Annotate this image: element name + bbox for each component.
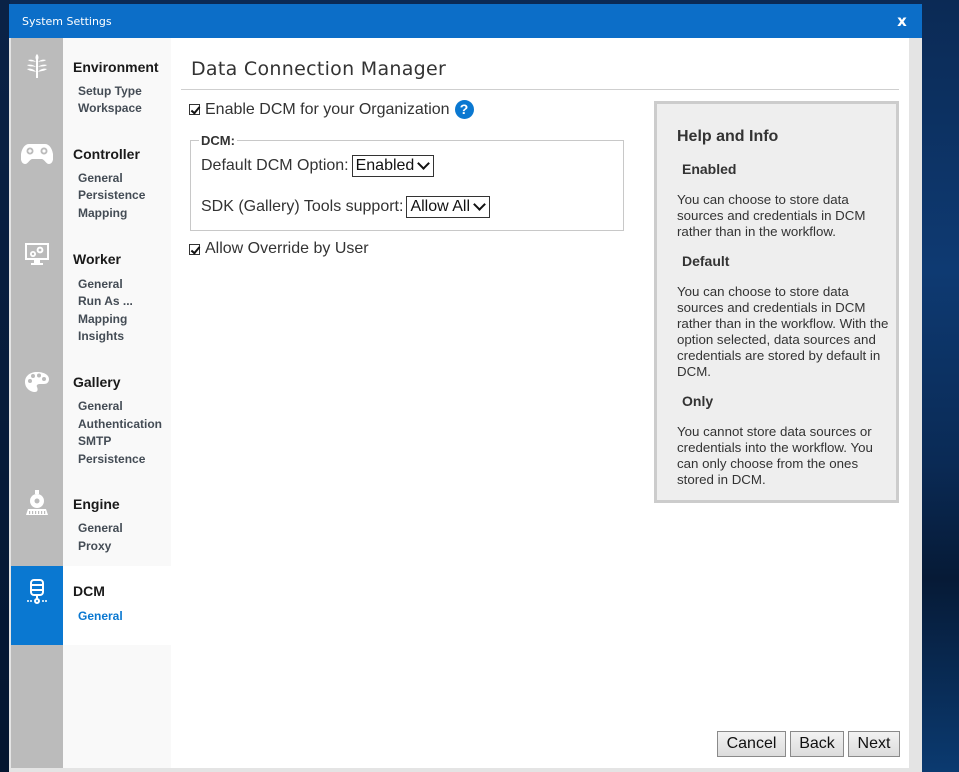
nav-item-worker-mapping[interactable]: Mapping (78, 312, 127, 326)
nav-item-worker-run-as[interactable]: Run As ... (78, 294, 133, 308)
next-button[interactable]: Next (848, 731, 900, 757)
nav-heading-engine[interactable]: Engine (73, 496, 120, 512)
train-icon (11, 489, 63, 519)
help-heading-default: Default (682, 253, 730, 269)
enable-dcm-label[interactable]: Enable DCM for your Organization (205, 101, 450, 119)
help-question-icon[interactable]: ? (454, 100, 474, 119)
nav-item-dcm-general[interactable]: General (78, 609, 123, 623)
enable-dcm-row: Enable DCM for your Organization ? (189, 100, 474, 119)
help-text-enabled: You can choose to store data sources and… (677, 192, 866, 239)
nav-item-controller-mapping[interactable]: Mapping (78, 206, 127, 220)
active-panel-highlight (63, 566, 171, 645)
sdk-tools-support-select[interactable]: Allow All (406, 196, 491, 218)
close-button[interactable]: x (888, 7, 916, 35)
nav-heading-controller[interactable]: Controller (73, 146, 140, 162)
allow-override-label[interactable]: Allow Override by User (205, 240, 369, 258)
default-dcm-option-select[interactable]: Enabled (351, 155, 435, 177)
enable-dcm-checkbox[interactable] (189, 104, 200, 115)
nav-heading-dcm[interactable]: DCM (73, 583, 105, 599)
help-heading-only: Only (682, 393, 714, 409)
nav-heading-environment[interactable]: Environment (73, 59, 159, 75)
chevron-down-icon (473, 197, 486, 211)
nav-item-gallery-general[interactable]: General (78, 399, 123, 413)
dcm-fieldset: DCM: Default DCM Option: Enabled SDK (Ga… (190, 133, 624, 231)
cancel-button[interactable]: Cancel (717, 731, 786, 757)
main-content: Data Connection Manager Enable DCM for y… (171, 38, 909, 768)
help-text-default: You can choose to store data sources and… (677, 284, 889, 379)
nav-item-workspace[interactable]: Workspace (78, 101, 142, 115)
leaf-icon (11, 52, 63, 82)
dialog-body: Environment Setup Type Workspace Control… (11, 38, 909, 768)
help-title: Help and Info (677, 128, 779, 145)
sdk-tools-support-label: SDK (Gallery) Tools support: (201, 198, 404, 215)
nav-item-gallery-authentication[interactable]: Authentication (78, 417, 162, 431)
default-dcm-option-value: Enabled (355, 157, 415, 174)
window-title: System Settings (22, 15, 112, 28)
nav-item-engine-general[interactable]: General (78, 521, 123, 535)
chevron-down-icon (417, 156, 431, 170)
monitor-gears-icon (11, 242, 63, 272)
title-divider (181, 89, 899, 90)
nav-item-worker-insights[interactable]: Insights (78, 329, 124, 343)
palette-icon (11, 371, 63, 401)
database-network-icon (11, 578, 63, 608)
help-heading-enabled: Enabled (682, 161, 737, 177)
nav-item-gallery-persistence[interactable]: Persistence (78, 452, 145, 466)
allow-override-checkbox[interactable] (189, 243, 200, 255)
nav-heading-worker[interactable]: Worker (73, 251, 121, 267)
nav-heading-gallery[interactable]: Gallery (73, 374, 120, 390)
help-text-only: You cannot store data sources or credent… (677, 424, 873, 487)
sdk-tools-support-row: SDK (Gallery) Tools support: Allow All (201, 196, 491, 218)
help-panel: Help and Info Enabled You can choose to … (654, 101, 899, 503)
sdk-tools-support-value: Allow All (410, 198, 471, 215)
nav-item-setup-type[interactable]: Setup Type (78, 84, 142, 98)
title-bar: System Settings x (9, 4, 922, 38)
gamepad-icon (11, 143, 63, 173)
default-dcm-option-label: Default DCM Option: (201, 157, 349, 174)
nav-item-worker-general[interactable]: General (78, 277, 123, 291)
back-button[interactable]: Back (790, 731, 844, 757)
nav-item-gallery-smtp[interactable]: SMTP (78, 434, 111, 448)
nav-item-engine-proxy[interactable]: Proxy (78, 539, 111, 553)
allow-override-row: Allow Override by User (189, 240, 369, 258)
default-dcm-option-row: Default DCM Option: Enabled (201, 155, 435, 177)
nav-item-controller-persistence[interactable]: Persistence (78, 188, 145, 202)
dcm-fieldset-legend: DCM: (199, 133, 237, 148)
system-settings-dialog: System Settings x Environment Setup Type… (9, 4, 922, 772)
page-title: Data Connection Manager (191, 58, 447, 80)
nav-item-controller-general[interactable]: General (78, 171, 123, 185)
